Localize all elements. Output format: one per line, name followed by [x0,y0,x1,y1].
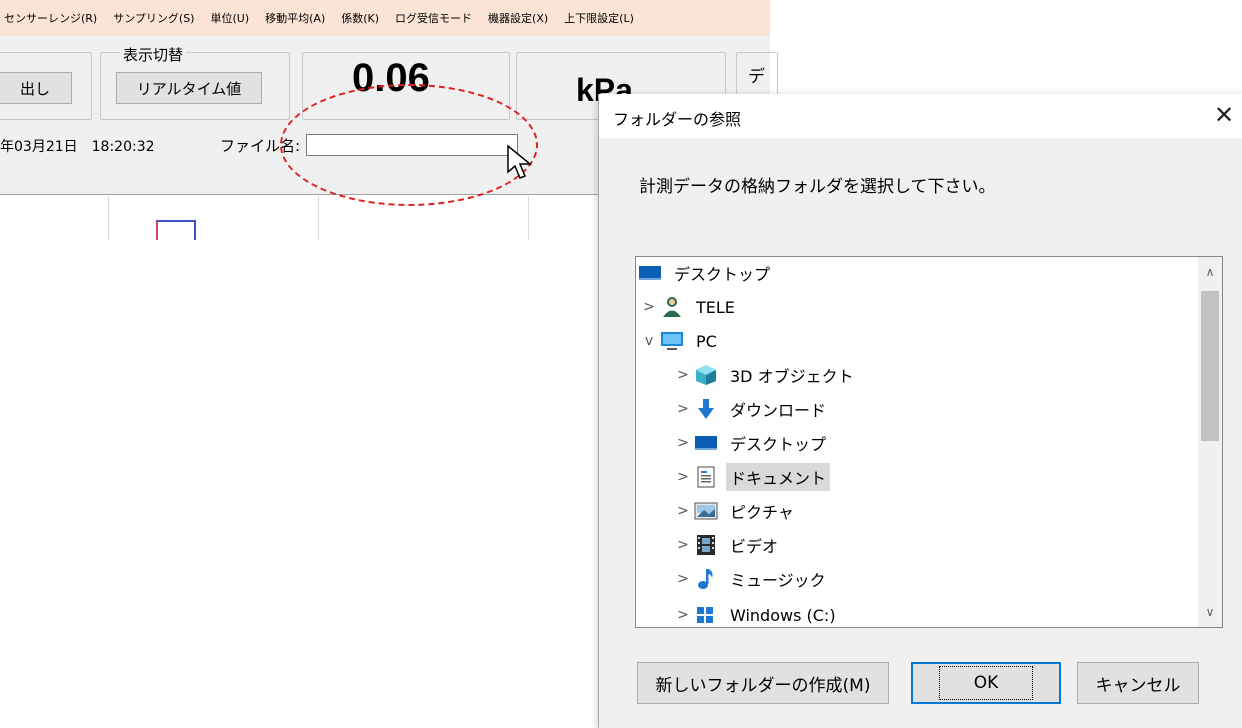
computer-icon [660,330,684,352]
tree-item-3d-objects[interactable]: > 3D オブジェクト [672,359,858,391]
menu-device-settings[interactable]: 機器設定(X) [480,10,556,26]
tree-item-downloads[interactable]: > ダウンロード [672,393,830,425]
grid-line [108,196,109,240]
video-icon [694,534,718,556]
scroll-up-icon[interactable]: ∧ [1198,261,1222,283]
chevron-right-icon[interactable]: > [672,571,694,587]
dialog-title: フォルダーの参照 [613,110,742,129]
scrollbar-thumb[interactable] [1201,291,1219,441]
menu-bar: センサーレンジ(R) サンプリング(S) 単位(U) 移動平均(A) 係数(K)… [0,0,770,36]
menu-coefficient[interactable]: 係数(K) [333,10,387,26]
picture-icon [694,500,718,522]
tree-scrollbar[interactable]: ∧ ∨ [1198,257,1222,627]
dialog-titlebar: フォルダーの参照 ✕ [599,94,1242,138]
tree-item-drive-c[interactable]: > Windows (C:) [672,599,840,627]
tree-item-label: TELE [696,297,735,317]
ok-button-label: OK [938,666,1034,700]
dialog-instruction: 計測データの格納フォルダを選択して下さい。 [639,177,996,197]
tree-item-videos[interactable]: > ビデオ [672,529,782,561]
chevron-right-icon[interactable]: > [638,299,660,315]
close-icon[interactable]: ✕ [1209,100,1239,130]
folder-browse-dialog: フォルダーの参照 ✕ 計測データの格納フォルダを選択して下さい。 デスクトップ … [598,94,1242,728]
cube-icon [694,364,718,386]
tree-item-desktop[interactable]: > デスクトップ [672,427,830,459]
desktop-icon [694,432,718,454]
download-arrow-icon [694,398,718,420]
chevron-right-icon[interactable]: > [672,607,694,623]
highlight-ellipse [280,84,538,206]
tree-item-label: ミュージック [730,571,826,590]
chevron-right-icon[interactable]: > [672,367,694,383]
side-group-label: デ [748,67,765,87]
new-folder-button[interactable]: 新しいフォルダーの作成(M) [637,662,889,704]
chevron-right-icon[interactable]: > [672,537,694,553]
grid-line [318,196,319,240]
folder-tree[interactable]: デスクトップ > TELE v PC > 3D オブジェクト > ダウンロード … [635,256,1223,628]
read-button[interactable]: 出し [0,72,72,104]
tree-item-label: ダウンロード [730,401,827,420]
tree-item-documents[interactable]: > ドキュメント [672,461,831,493]
mouse-cursor-icon [507,144,533,179]
tree-item-label: 3D オブジェクト [730,367,854,386]
chevron-right-icon[interactable]: > [672,401,694,417]
tree-item-tele[interactable]: > TELE [638,291,739,323]
chevron-right-icon[interactable]: > [672,503,694,519]
display-switch-label: 表示切替 [120,44,187,65]
music-note-icon [694,568,718,590]
scroll-down-icon[interactable]: ∨ [1198,601,1222,623]
drive-icon [694,604,718,626]
tree-item-pc[interactable]: v PC [638,325,721,357]
tree-item-label: Windows (C:) [730,605,836,625]
tree-item-label: ドキュメント [726,463,831,491]
document-icon [694,466,718,488]
menu-moving-average[interactable]: 移動平均(A) [257,10,333,26]
chart-marker [156,220,196,242]
tree-item-label: PC [696,331,717,351]
desktop-icon [638,262,662,284]
datetime-display: 年03月21日 18:20:32 [0,139,155,155]
menu-sensor-range[interactable]: センサーレンジ(R) [0,10,105,26]
menu-log-receive-mode[interactable]: ログ受信モード [387,10,480,26]
tree-item-desktop-root[interactable]: デスクトップ [638,257,774,289]
tree-item-label: デスクトップ [730,435,827,454]
realtime-value-button[interactable]: リアルタイム値 [116,72,262,104]
chevron-down-icon[interactable]: v [638,333,660,349]
chart-area [0,240,598,723]
menu-unit[interactable]: 単位(U) [202,10,257,26]
grid-line [528,196,529,240]
menu-limit-settings[interactable]: 上下限設定(L) [556,10,642,26]
tree-item-pictures[interactable]: > ピクチャ [672,495,798,527]
user-icon [660,296,684,318]
ok-button[interactable]: OK [911,662,1061,704]
chevron-right-icon[interactable]: > [672,435,694,451]
cancel-button[interactable]: キャンセル [1077,662,1199,704]
tree-item-label: ビデオ [730,537,779,556]
tree-item-label: デスクトップ [674,265,771,284]
tree-item-music[interactable]: > ミュージック [672,563,830,595]
tree-item-label: ピクチャ [730,503,794,522]
chevron-right-icon[interactable]: > [672,469,694,485]
menu-sampling[interactable]: サンプリング(S) [105,10,202,26]
